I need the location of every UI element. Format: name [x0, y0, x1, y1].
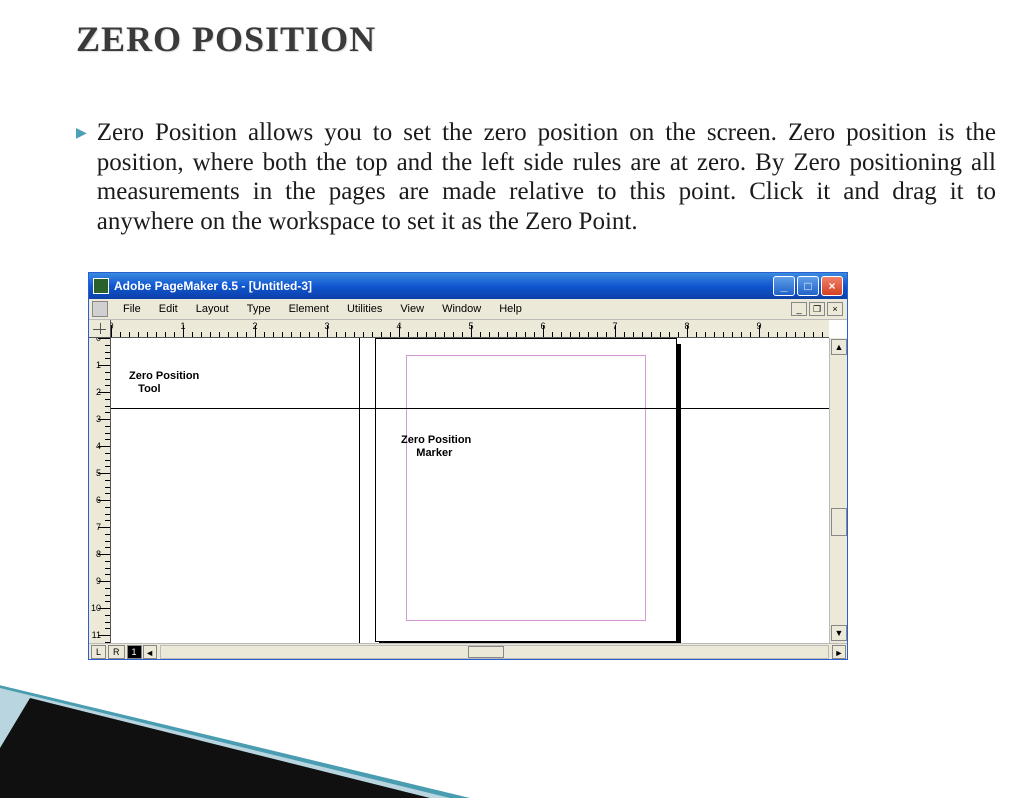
menu-help[interactable]: Help [490, 301, 531, 317]
menu-utilities[interactable]: Utilities [338, 301, 391, 317]
close-button[interactable]: × [821, 276, 843, 296]
zero-vertical-guide [359, 338, 360, 643]
vertical-scroll-thumb[interactable] [831, 508, 847, 536]
document-page[interactable] [375, 338, 677, 642]
minimize-button[interactable]: _ [773, 276, 795, 296]
vertical-ruler[interactable]: 01234567891011 [89, 338, 111, 643]
maximize-button[interactable]: □ [797, 276, 819, 296]
window-title: Adobe PageMaker 6.5 - [Untitled-3] [114, 279, 312, 293]
zero-horizontal-guide [111, 408, 829, 409]
margin-guide [406, 355, 646, 621]
pagemaker-window: Adobe PageMaker 6.5 - [Untitled-3] _ □ ×… [88, 272, 848, 660]
menu-edit[interactable]: Edit [150, 301, 187, 317]
menu-element[interactable]: Element [280, 301, 338, 317]
zero-position-tool[interactable] [89, 320, 111, 338]
slide-title: ZERO POSITION [76, 18, 376, 60]
bullet-icon: ▶ [76, 125, 87, 236]
menu-view[interactable]: View [391, 301, 433, 317]
app-icon [93, 278, 109, 294]
slide-body: ▶ Zero Position allows you to set the ze… [76, 118, 996, 236]
mdi-close-button[interactable]: × [827, 302, 843, 316]
menu-bar: File Edit Layout Type Element Utilities … [89, 299, 847, 320]
document-control-icon[interactable] [92, 301, 108, 317]
mdi-restore-button[interactable]: ❐ [809, 302, 825, 316]
scroll-up-button[interactable]: ▲ [831, 339, 847, 355]
menu-type[interactable]: Type [238, 301, 280, 317]
zero-marker-label: Zero Position Marker [401, 434, 471, 460]
vertical-scrollbar[interactable]: ▲ ▼ [829, 338, 847, 643]
slide-description: Zero Position allows you to set the zero… [97, 118, 996, 236]
mdi-minimize-button[interactable]: _ [791, 302, 807, 316]
canvas[interactable]: Zero Position Tool Zero Position Marker [111, 338, 829, 643]
titlebar[interactable]: Adobe PageMaker 6.5 - [Untitled-3] _ □ × [89, 273, 847, 299]
menu-layout[interactable]: Layout [187, 301, 238, 317]
master-page-left[interactable]: L [91, 645, 106, 659]
menu-file[interactable]: File [114, 301, 150, 317]
status-bar: L R 1 ◄ ► [89, 643, 847, 659]
scroll-down-button[interactable]: ▼ [831, 625, 847, 641]
horizontal-scrollbar[interactable] [160, 645, 829, 659]
horizontal-ruler[interactable]: 0123456789 [111, 320, 829, 338]
workspace: 0123456789 01234567891011 ▲ ▼ Zero Posit… [89, 320, 847, 643]
master-page-right[interactable]: R [108, 645, 125, 659]
scroll-right-button[interactable]: ► [832, 645, 846, 659]
menu-window[interactable]: Window [433, 301, 490, 317]
page-1-tab[interactable]: 1 [127, 645, 142, 659]
zero-tool-label: Zero Position Tool [129, 370, 199, 396]
scroll-left-button[interactable]: ◄ [143, 645, 157, 659]
horizontal-scroll-thumb[interactable] [468, 646, 504, 658]
